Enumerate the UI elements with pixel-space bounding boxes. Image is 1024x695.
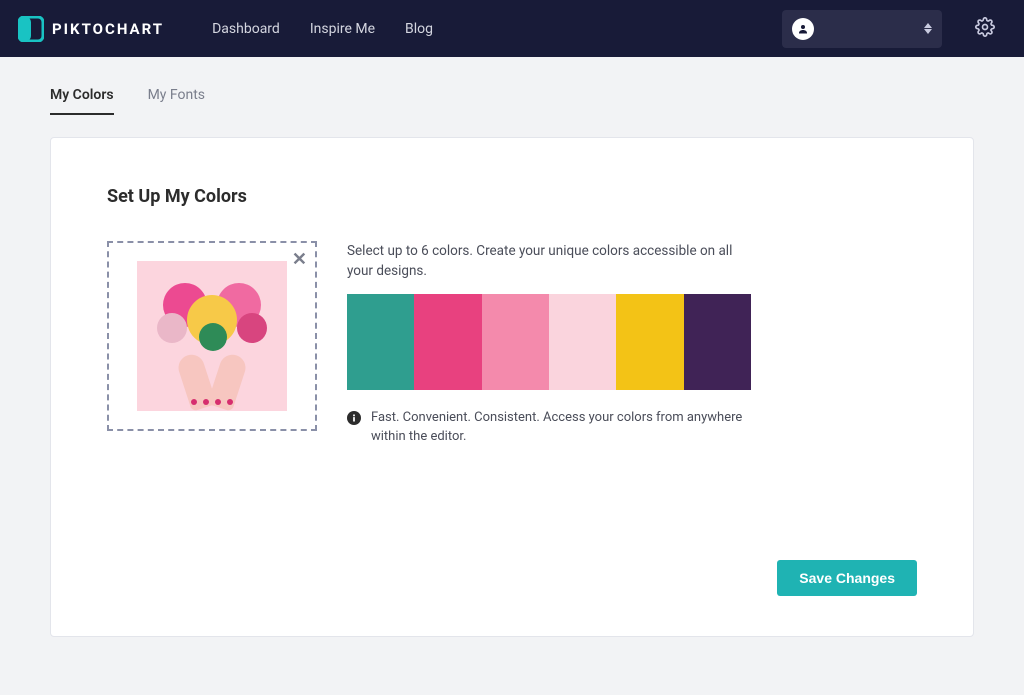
color-setup-column: Select up to 6 colors. Create your uniqu… <box>347 241 757 447</box>
hint-text: Fast. Convenient. Consistent. Access you… <box>371 408 757 447</box>
close-icon: ✕ <box>292 249 307 270</box>
save-button[interactable]: Save Changes <box>777 560 917 596</box>
logo-mark-icon <box>18 16 44 42</box>
color-swatch-1[interactable] <box>347 294 414 390</box>
color-swatch-4[interactable] <box>549 294 616 390</box>
settings-panel: Set Up My Colors ✕ <box>50 137 974 637</box>
gear-icon <box>975 17 995 41</box>
panel-title: Set Up My Colors <box>107 186 917 207</box>
setup-row: ✕ Select up to 6 colors. Cre <box>107 241 917 447</box>
nav-blog[interactable]: Blog <box>405 21 433 37</box>
color-swatch-6[interactable] <box>684 294 751 390</box>
nav-links: Dashboard Inspire Me Blog <box>212 21 433 37</box>
settings-button[interactable] <box>966 10 1004 48</box>
color-swatch-5[interactable] <box>616 294 683 390</box>
instructions-text: Select up to 6 colors. Create your uniqu… <box>347 241 757 282</box>
color-swatches <box>347 294 751 390</box>
tab-my-colors[interactable]: My Colors <box>50 87 114 115</box>
brand-name: PIKTOCHART <box>52 20 164 38</box>
info-icon <box>347 410 361 424</box>
nav-dashboard[interactable]: Dashboard <box>212 21 280 37</box>
tab-my-fonts[interactable]: My Fonts <box>148 87 205 115</box>
top-nav: PIKTOCHART Dashboard Inspire Me Blog <box>0 0 1024 57</box>
page-body: My Colors My Fonts Set Up My Colors ✕ <box>0 57 1024 677</box>
nav-inspire-me[interactable]: Inspire Me <box>310 21 375 37</box>
color-swatch-2[interactable] <box>414 294 481 390</box>
remove-image-button[interactable]: ✕ <box>292 249 307 270</box>
panel-actions: Save Changes <box>107 520 917 596</box>
brand-logo[interactable]: PIKTOCHART <box>18 16 164 42</box>
image-dropzone[interactable]: ✕ <box>107 241 317 431</box>
user-dropdown[interactable] <box>782 10 942 48</box>
tabs: My Colors My Fonts <box>50 87 974 115</box>
uploaded-image-thumb <box>137 261 287 411</box>
hint-row: Fast. Convenient. Consistent. Access you… <box>347 408 757 447</box>
avatar-icon <box>792 18 814 40</box>
dropdown-arrows-icon <box>924 23 932 34</box>
color-swatch-3[interactable] <box>482 294 549 390</box>
